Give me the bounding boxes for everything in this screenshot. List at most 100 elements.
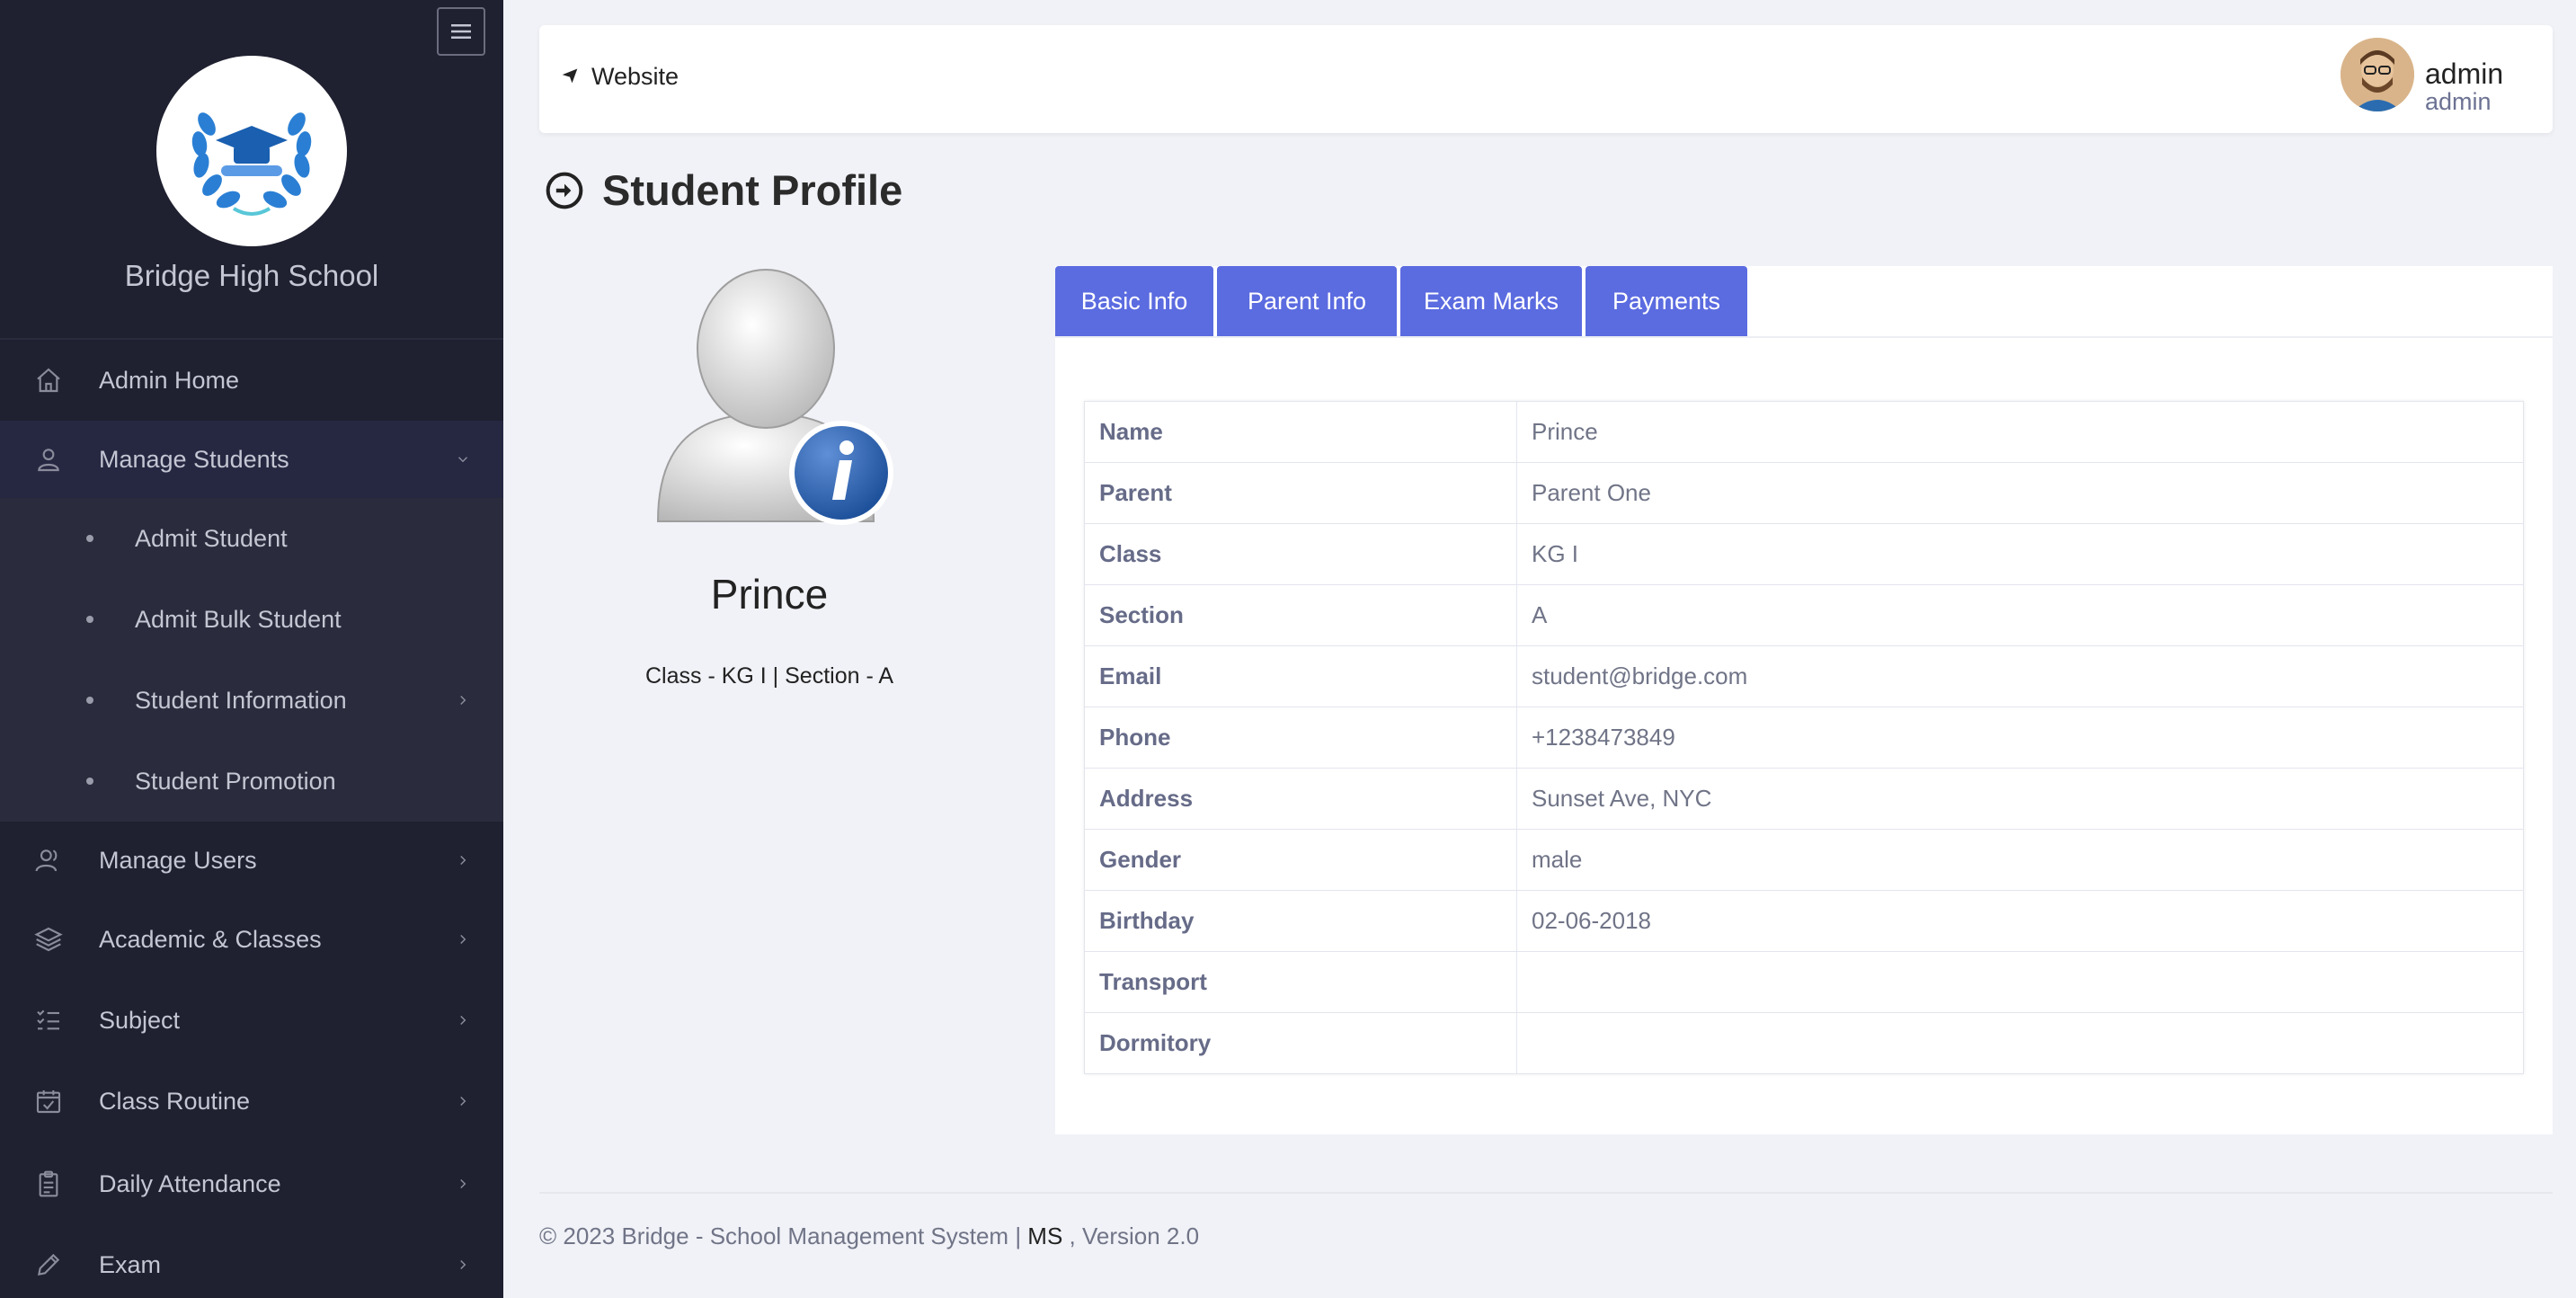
field-value	[1516, 951, 2524, 1013]
sidebar-item-admin-home[interactable]: Admin Home	[0, 342, 503, 419]
field-label: Email	[1084, 645, 1517, 707]
sidebar-item-exam[interactable]: Exam	[0, 1226, 503, 1298]
users-icon	[32, 844, 65, 876]
student-class-section: Class - KG I | Section - A	[644, 663, 894, 689]
student-name: Prince	[710, 571, 829, 618]
sidebar: Bridge High School Admin Home Manage Stu…	[0, 0, 503, 1298]
field-label: Phone	[1084, 707, 1517, 769]
sidebar-item-subject[interactable]: Subject	[0, 982, 503, 1059]
sidebar-item-label: Class Routine	[99, 1087, 251, 1115]
footer-version: , Version 2.0	[1062, 1222, 1200, 1249]
table-row: Dormitory	[1084, 1012, 2524, 1074]
sidebar-divider	[0, 338, 503, 340]
user-name: admin	[2425, 58, 2504, 90]
field-value: +1238473849	[1516, 707, 2524, 769]
tab-basic-info[interactable]: Basic Info	[1055, 266, 1213, 336]
chevron-right-icon	[455, 687, 471, 715]
table-row: Email student@bridge.com	[1084, 645, 2524, 707]
website-link[interactable]: Website	[561, 63, 679, 91]
tabs-divider	[1055, 336, 2553, 338]
top-header: Website admin admin	[539, 25, 2553, 133]
sidebar-item-label: Admin Home	[99, 366, 240, 394]
sidebar-item-label: Academic & Classes	[99, 925, 322, 953]
submenu-item-label: Student Promotion	[135, 767, 336, 795]
sidebar-item-label: Manage Students	[99, 445, 289, 473]
submenu-item-admit-student[interactable]: Admit Student	[0, 498, 503, 579]
send-icon	[561, 63, 579, 91]
pencil-icon	[32, 1249, 65, 1281]
layers-icon	[32, 923, 65, 956]
profile-tabs-panel: Basic Info Parent Info Exam Marks Paymen…	[1055, 266, 2553, 1134]
field-value: Prince	[1516, 401, 2524, 463]
field-label: Transport	[1084, 951, 1517, 1013]
table-row: Birthday 02-06-2018	[1084, 890, 2524, 952]
tab-payments[interactable]: Payments	[1586, 266, 1747, 336]
sidebar-item-class-routine[interactable]: Class Routine	[0, 1062, 503, 1140]
table-row: Gender male	[1084, 829, 2524, 891]
profile-avatar	[645, 261, 897, 539]
user-info-icon	[656, 269, 893, 525]
avatar[interactable]	[2341, 38, 2414, 111]
arrow-circle-right-icon	[546, 172, 583, 209]
tab-parent-info[interactable]: Parent Info	[1217, 266, 1397, 336]
chevron-right-icon	[455, 1088, 471, 1116]
tab-exam-marks[interactable]: Exam Marks	[1400, 266, 1582, 336]
field-value: student@bridge.com	[1516, 645, 2524, 707]
sidebar-item-label: Manage Users	[99, 846, 257, 874]
footer: © 2023 Bridge - School Management System…	[539, 1222, 1199, 1250]
table-row: Class KG I	[1084, 523, 2524, 585]
sidebar-item-daily-attendance[interactable]: Daily Attendance	[0, 1145, 503, 1222]
submenu-item-student-promotion[interactable]: Student Promotion	[0, 741, 503, 822]
calendar-check-icon	[32, 1085, 65, 1117]
submenu-item-label: Student Information	[135, 686, 347, 714]
table-row: Address Sunset Ave, NYC	[1084, 768, 2524, 830]
chevron-down-icon	[455, 446, 471, 474]
checklist-icon	[32, 1004, 65, 1036]
field-value: Parent One	[1516, 462, 2524, 524]
chevron-right-icon	[455, 1251, 471, 1279]
graduation-laurel-icon	[191, 112, 312, 216]
submenu-item-label: Admit Student	[135, 524, 288, 552]
bullet-icon	[86, 616, 93, 623]
table-row: Parent Parent One	[1084, 462, 2524, 524]
table-row: Name Prince	[1084, 401, 2524, 463]
field-value: KG I	[1516, 523, 2524, 585]
school-logo	[156, 56, 347, 246]
field-label: Birthday	[1084, 890, 1517, 952]
sidebar-item-manage-students[interactable]: Manage Students	[0, 421, 503, 498]
website-label: Website	[591, 63, 680, 90]
table-row: Phone +1238473849	[1084, 707, 2524, 769]
menu-toggle-button[interactable]	[437, 7, 485, 56]
school-name: Bridge High School	[124, 259, 379, 292]
footer-ms-link[interactable]: MS	[1027, 1222, 1062, 1249]
submenu-item-admit-bulk-student[interactable]: Admit Bulk Student	[0, 579, 503, 660]
footer-divider	[539, 1192, 2553, 1194]
bullet-icon	[86, 778, 93, 785]
sidebar-item-manage-users[interactable]: Manage Users	[0, 822, 503, 899]
field-label: Name	[1084, 401, 1517, 463]
field-value: A	[1516, 584, 2524, 646]
chevron-right-icon	[455, 1170, 471, 1198]
manage-students-submenu: Admit Student Admit Bulk Student Student…	[0, 498, 503, 822]
field-value: 02-06-2018	[1516, 890, 2524, 952]
table-row: Section A	[1084, 584, 2524, 646]
submenu-item-student-information[interactable]: Student Information	[0, 660, 503, 741]
chevron-right-icon	[455, 847, 471, 875]
chevron-right-icon	[455, 926, 471, 954]
sidebar-item-label: Exam	[99, 1250, 162, 1278]
field-label: Section	[1084, 584, 1517, 646]
table-row: Transport	[1084, 951, 2524, 1013]
bullet-icon	[86, 535, 93, 542]
hamburger-icon	[451, 24, 471, 39]
user-icon	[32, 443, 65, 476]
submenu-item-label: Admit Bulk Student	[135, 605, 342, 633]
field-value	[1516, 1012, 2524, 1074]
chevron-right-icon	[455, 1007, 471, 1035]
footer-text: © 2023 Bridge - School Management System…	[539, 1222, 1028, 1249]
sidebar-item-label: Subject	[99, 1006, 181, 1034]
sidebar-item-academic-classes[interactable]: Academic & Classes	[0, 901, 503, 978]
bullet-icon	[86, 697, 93, 704]
clipboard-icon	[32, 1168, 65, 1200]
field-label: Gender	[1084, 829, 1517, 891]
sidebar-item-label: Daily Attendance	[99, 1169, 281, 1197]
